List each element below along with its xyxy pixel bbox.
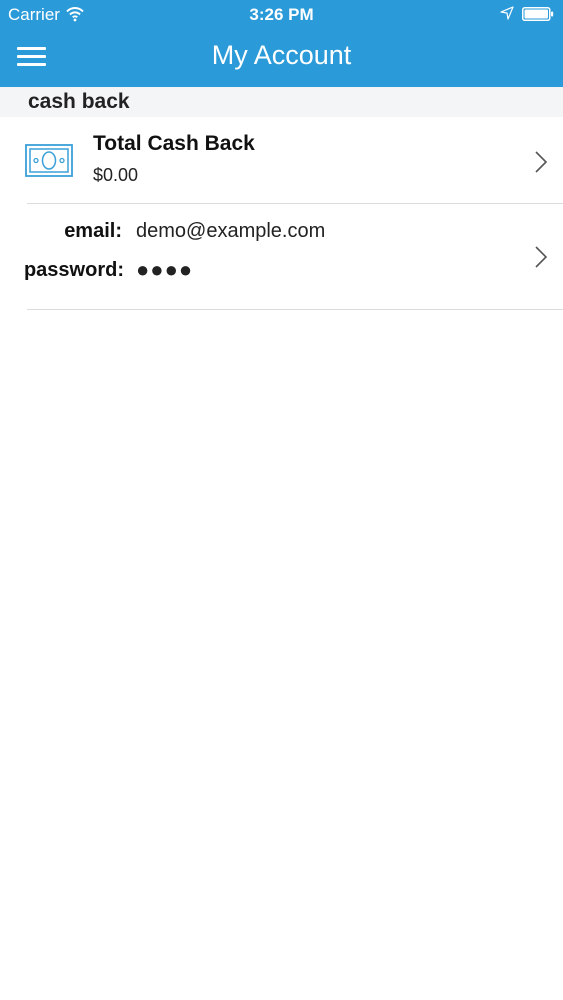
status-bar: Carrier 3:26 PM bbox=[0, 0, 563, 30]
battery-icon bbox=[522, 7, 554, 21]
cash-icon bbox=[25, 144, 73, 177]
password-label: password: bbox=[23, 259, 124, 281]
email-value: demo@example.com bbox=[136, 220, 326, 242]
section-title: cash back bbox=[28, 90, 130, 113]
location-icon bbox=[500, 6, 514, 20]
password-value: ●●●● bbox=[136, 257, 194, 282]
chevron-right-icon bbox=[535, 151, 548, 173]
cash-back-amount: $0.00 bbox=[93, 165, 139, 185]
email-label: email: bbox=[64, 220, 122, 242]
app-header: Carrier 3:26 PM My Account bbox=[0, 0, 563, 87]
navigation-bar: My Account bbox=[0, 30, 563, 87]
chevron-right-icon bbox=[535, 246, 548, 268]
section-header: cash back bbox=[0, 87, 563, 117]
status-time: 3:26 PM bbox=[249, 5, 314, 24]
page-title: My Account bbox=[211, 40, 352, 70]
account-credentials-row[interactable]: email: demo@example.com password: ●●●● bbox=[0, 204, 563, 309]
cash-back-title: Total Cash Back bbox=[93, 132, 255, 155]
total-cash-back-row[interactable]: Total Cash Back $0.00 bbox=[0, 117, 563, 203]
row-divider bbox=[27, 309, 563, 310]
